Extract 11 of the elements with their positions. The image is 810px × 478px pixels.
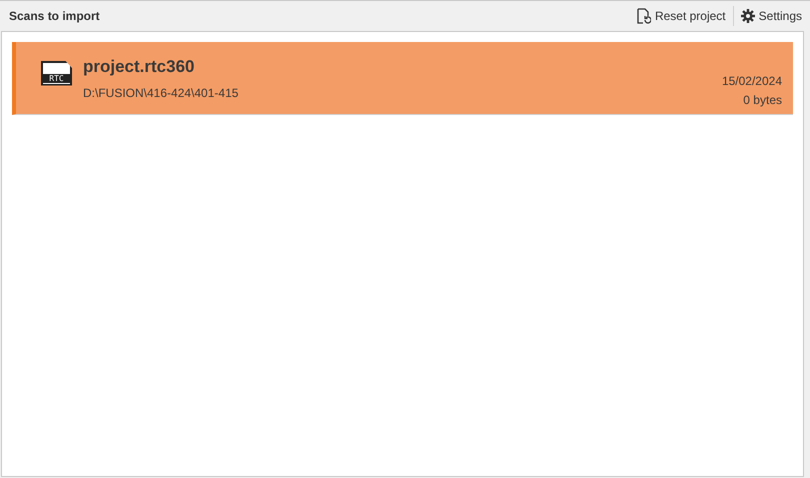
settings-button[interactable]: Settings: [738, 5, 804, 27]
settings-icon: [740, 9, 755, 23]
panel-title: Scans to import: [9, 8, 100, 25]
scan-size: 0 bytes: [743, 92, 782, 109]
file-icon: RTC: [41, 60, 72, 86]
scan-item[interactable]: RTC project.rtc360 D:\FUSION\416-424\401-415 15/02/2024 0 bytes: [12, 42, 793, 115]
document-refresh-icon: [636, 8, 651, 24]
scan-path: D:\FUSION\416-424\401-415: [83, 85, 238, 102]
scan-date: 15/02/2024: [722, 73, 782, 90]
reset-project-button[interactable]: Reset project: [634, 5, 728, 27]
scan-name: project.rtc360: [83, 56, 196, 78]
